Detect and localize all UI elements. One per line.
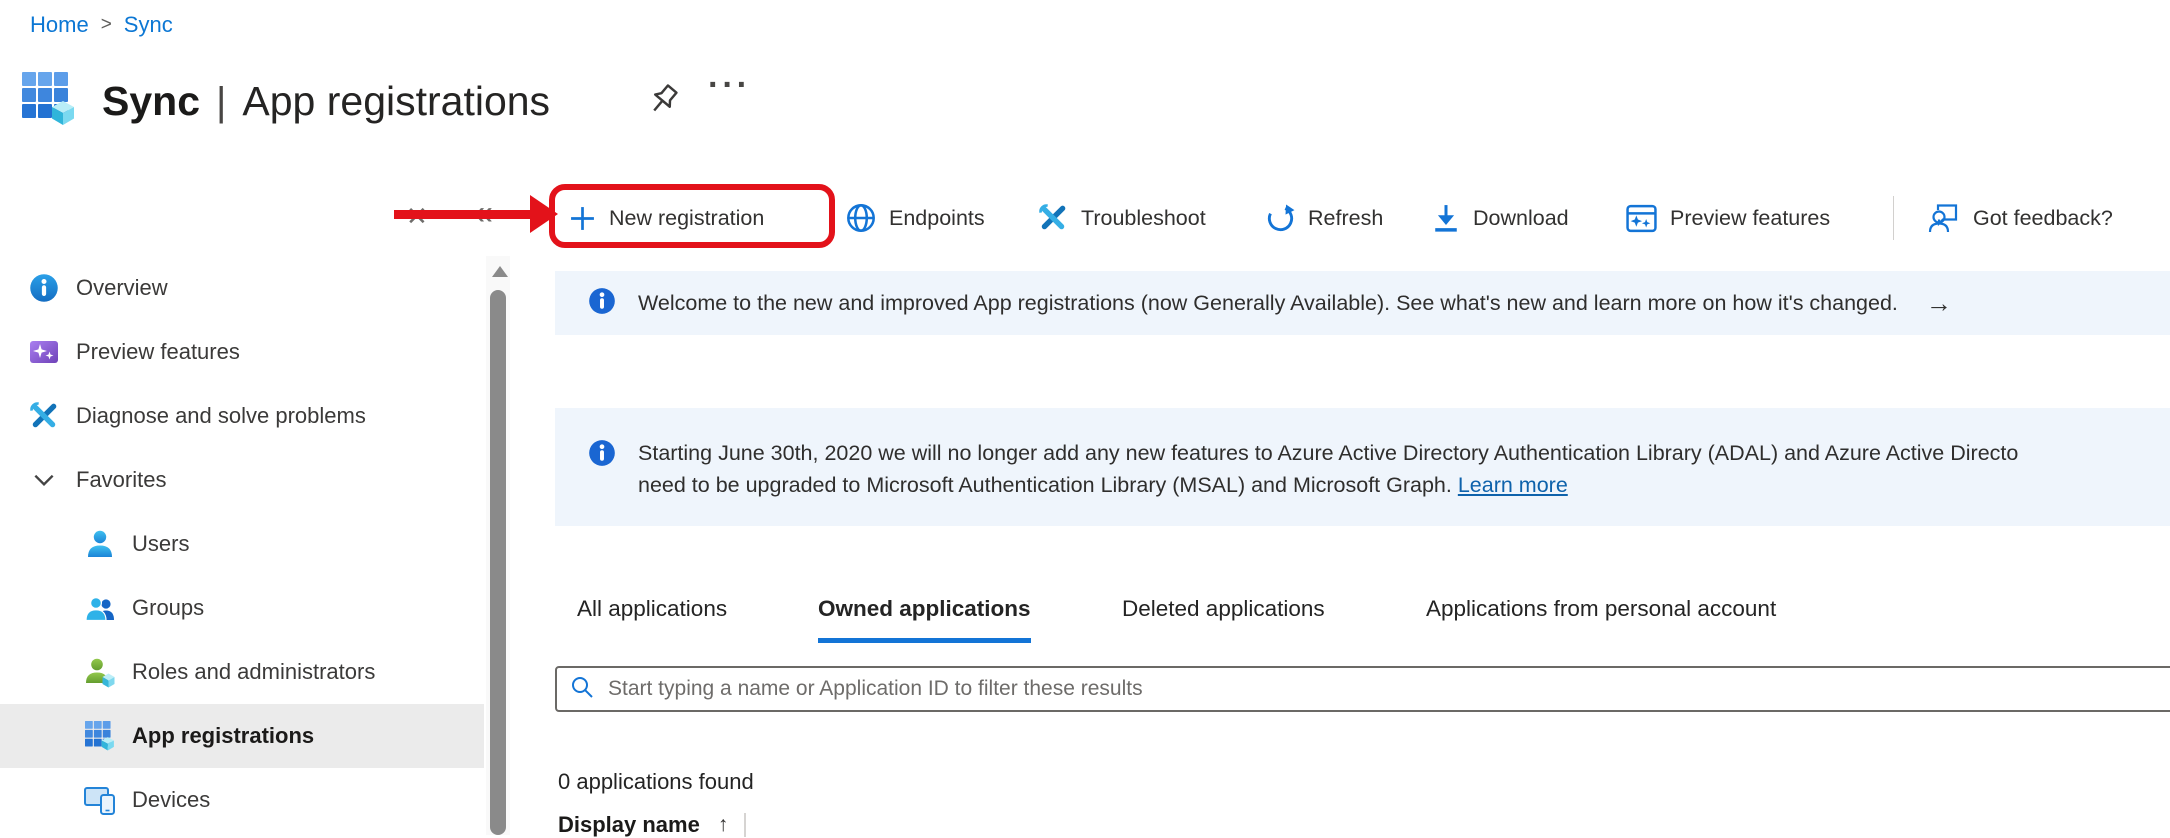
sidebar-label: Favorites — [76, 467, 166, 493]
banner-arrow-link[interactable]: → — [1926, 288, 1952, 319]
sidebar-item-groups[interactable]: Groups — [0, 576, 484, 640]
sidebar-group-favorites[interactable]: Favorites — [0, 448, 484, 512]
sidebar-label: App registrations — [132, 723, 314, 749]
download-label: Download — [1473, 206, 1569, 231]
sidebar-label: Diagnose and solve problems — [76, 403, 366, 429]
info-icon — [28, 272, 60, 304]
devices-icon — [84, 784, 116, 816]
applications-count: 0 applications found — [558, 769, 754, 795]
sparkles-icon — [28, 336, 60, 368]
feedback-button[interactable]: Got feedback? — [1928, 188, 2113, 248]
tools-icon — [28, 400, 60, 432]
sidebar-item-users[interactable]: Users — [0, 512, 484, 576]
info-icon — [588, 439, 616, 472]
feedback-person-icon — [1928, 203, 1960, 233]
banner-text: Welcome to the new and improved App regi… — [638, 291, 1898, 316]
refresh-label: Refresh — [1308, 206, 1383, 231]
banner-line-2: need to be upgraded to Microsoft Authent… — [638, 469, 2138, 501]
chevron-down-icon — [28, 464, 60, 496]
breadcrumb: Home > Sync — [30, 12, 173, 38]
info-banner-adal: Starting June 30th, 2020 we will no long… — [555, 408, 2170, 526]
column-divider — [744, 813, 746, 837]
troubleshoot-label: Troubleshoot — [1081, 206, 1206, 231]
refresh-icon — [1266, 204, 1295, 233]
sidebar-label: Overview — [76, 275, 168, 301]
sidebar-item-devices[interactable]: Devices — [0, 768, 484, 832]
preview-features-label: Preview features — [1670, 206, 1830, 231]
sidebar-label: Groups — [132, 595, 204, 621]
tools-icon — [1038, 203, 1068, 233]
endpoints-label: Endpoints — [889, 206, 985, 231]
app-registrations-icon — [84, 720, 116, 752]
tab-owned-applications[interactable]: Owned applications — [818, 596, 1031, 643]
tab-all-applications[interactable]: All applications — [577, 596, 727, 638]
more-options-button[interactable]: ··· — [708, 66, 751, 105]
page-title: Sync | App registrations — [102, 78, 550, 125]
scrollbar-up-arrow[interactable] — [492, 266, 508, 277]
sort-ascending-icon: ↑ — [718, 813, 729, 837]
banner-text: Starting June 30th, 2020 we will no long… — [638, 437, 2138, 501]
sidebar-label: Users — [132, 531, 189, 557]
breadcrumb-chevron-icon: > — [101, 14, 112, 36]
tab-applications-personal-account[interactable]: Applications from personal account — [1426, 596, 1776, 638]
sidebar-label: Preview features — [76, 339, 240, 365]
banner-line-1: Starting June 30th, 2020 we will no long… — [638, 437, 2138, 469]
preview-features-button[interactable]: Preview features — [1626, 188, 1830, 248]
pin-icon[interactable] — [646, 82, 684, 125]
search-input[interactable] — [606, 676, 2170, 702]
sidebar-label: Devices — [132, 787, 210, 813]
filter-search-box[interactable] — [555, 666, 2170, 712]
search-icon — [570, 675, 594, 704]
sidebar-item-diagnose[interactable]: Diagnose and solve problems — [0, 384, 484, 448]
download-icon — [1432, 204, 1460, 232]
info-banner-welcome: Welcome to the new and improved App regi… — [555, 271, 2170, 335]
sidebar-item-overview[interactable]: Overview — [0, 256, 484, 320]
preview-features-icon — [1626, 204, 1657, 233]
column-label: Display name — [558, 812, 700, 838]
breadcrumb-home-link[interactable]: Home — [30, 12, 89, 38]
column-header-display-name[interactable]: Display name ↑ — [558, 812, 746, 838]
group-icon — [84, 592, 116, 624]
toolbar-divider — [1893, 196, 1894, 240]
sidebar-label: Roles and administrators — [132, 659, 375, 685]
tab-deleted-applications[interactable]: Deleted applications — [1122, 596, 1325, 638]
annotation-highlight-box — [549, 184, 835, 248]
user-icon — [84, 528, 116, 560]
annotation-arrow-line — [394, 210, 532, 219]
sidebar-scrollbar-thumb[interactable] — [490, 290, 506, 835]
endpoints-button[interactable]: Endpoints — [846, 188, 985, 248]
sidebar-item-preview-features[interactable]: Preview features — [0, 320, 484, 384]
app-registrations-icon — [22, 72, 76, 131]
feedback-label: Got feedback? — [1973, 206, 2113, 231]
download-button[interactable]: Download — [1432, 188, 1569, 248]
sidebar-item-roles[interactable]: Roles and administrators — [0, 640, 484, 704]
breadcrumb-sync-link[interactable]: Sync — [124, 12, 173, 38]
refresh-button[interactable]: Refresh — [1266, 188, 1383, 248]
role-person-icon — [84, 656, 116, 688]
troubleshoot-button[interactable]: Troubleshoot — [1038, 188, 1206, 248]
info-icon — [588, 287, 616, 320]
learn-more-link[interactable]: Learn more — [1458, 473, 1568, 497]
sidebar-item-app-registrations[interactable]: App registrations — [0, 704, 484, 768]
globe-icon — [846, 203, 876, 233]
page-header: Sync | App registrations — [22, 72, 550, 131]
